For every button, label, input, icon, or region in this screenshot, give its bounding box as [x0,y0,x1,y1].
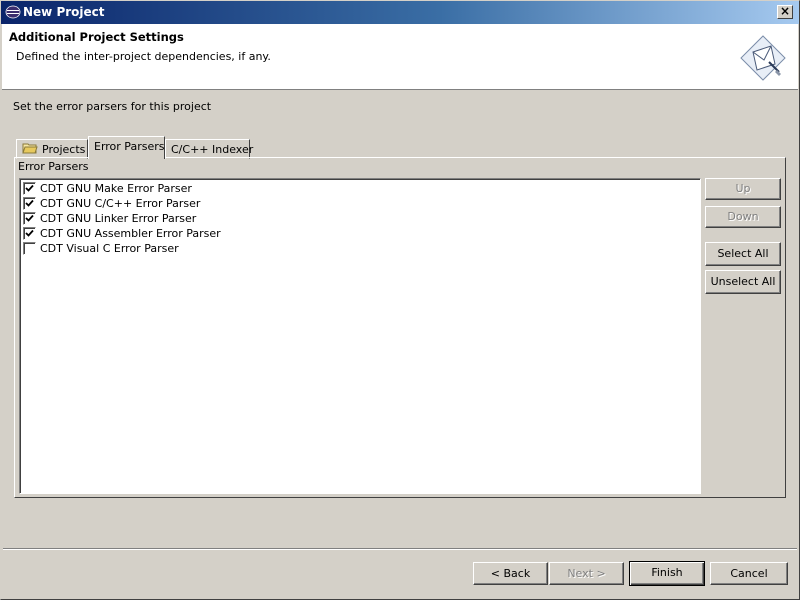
checkbox[interactable] [23,197,36,210]
checkbox[interactable] [23,242,36,255]
banner-title: Additional Project Settings [9,30,184,44]
back-button[interactable]: < Back [473,562,548,585]
parser-label: CDT GNU Make Error Parser [40,182,192,195]
new-project-wizard-icon [739,34,787,82]
checkbox[interactable] [23,212,36,225]
separator [3,548,797,550]
up-button[interactable]: Up [705,178,781,200]
list-item[interactable]: CDT GNU C/C++ Error Parser [23,197,200,212]
parser-label: CDT GNU Assembler Error Parser [40,227,221,240]
wizard-banner: Additional Project Settings Defined the … [2,24,798,90]
cancel-button[interactable]: Cancel [710,562,788,585]
down-button[interactable]: Down [705,206,781,228]
checkbox[interactable] [23,227,36,240]
title-bar [0,0,800,24]
unselect-all-button[interactable]: Unselect All [705,270,781,294]
tab-projects[interactable]: Projects [16,139,88,159]
list-item[interactable]: CDT Visual C Error Parser [23,242,179,257]
parser-label: CDT GNU Linker Error Parser [40,212,197,225]
tab-indexer[interactable]: C/C++ Indexer [165,139,254,159]
tab-indexer-label: C/C++ Indexer [171,143,254,156]
group-label: Error Parsers [18,160,89,173]
finish-button[interactable]: Finish [629,561,705,586]
tab-error-parsers[interactable]: Error Parsers [88,136,165,159]
error-parsers-list[interactable]: CDT GNU Make Error Parser CDT GNU C/C++ … [19,178,701,494]
error-parsers-panel: Error Parsers CDT GNU Make Error Parser … [14,157,786,498]
eclipse-icon [5,5,21,19]
instruction-text: Set the error parsers for this project [13,100,212,113]
list-item[interactable]: CDT GNU Assembler Error Parser [23,227,221,242]
list-item[interactable]: CDT GNU Linker Error Parser [23,212,196,227]
tab-error-parsers-label: Error Parsers [94,140,165,153]
window-title: New Project [23,5,105,19]
parser-label: CDT GNU C/C++ Error Parser [40,197,201,210]
checkbox[interactable] [23,182,36,195]
parser-label: CDT Visual C Error Parser [40,242,179,255]
tab-projects-label: Projects [42,143,86,156]
banner-description: Defined the inter-project dependencies, … [16,50,271,63]
next-button[interactable]: Next > [549,562,624,585]
list-item[interactable]: CDT GNU Make Error Parser [23,182,192,197]
select-all-button[interactable]: Select All [705,242,781,266]
close-button[interactable]: × [777,5,793,19]
